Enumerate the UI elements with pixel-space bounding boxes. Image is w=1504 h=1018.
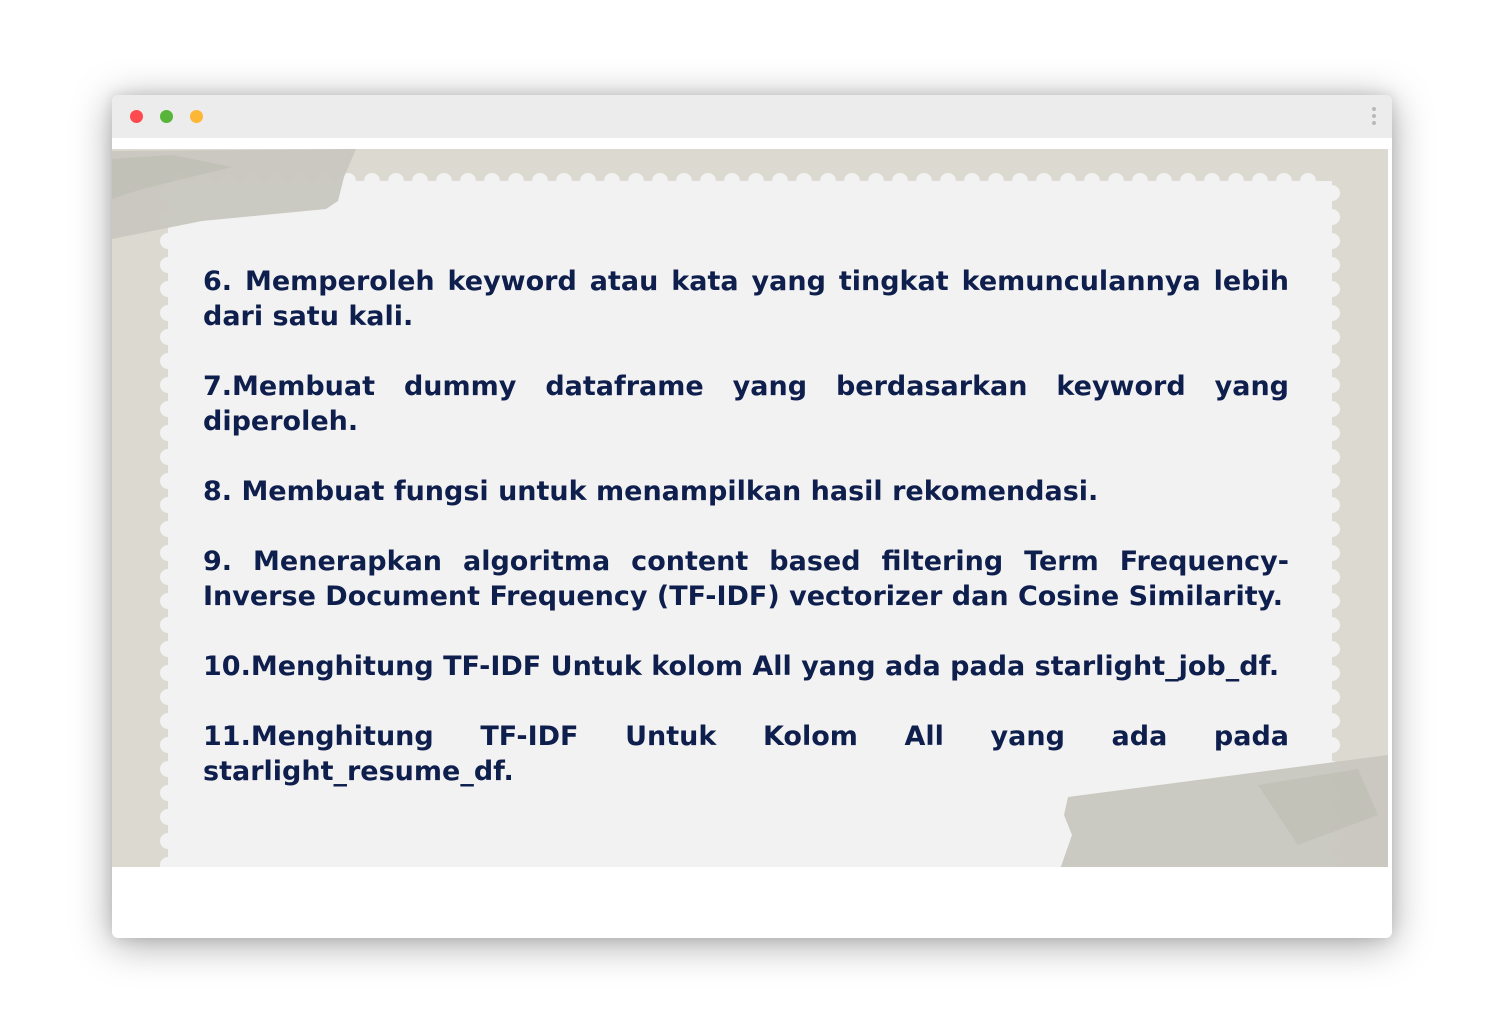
step-item-8: 8. Membuat fungsi untuk menampilkan hasi…: [203, 476, 1099, 507]
step-item-7: 7.Membuat dummy dataframe yang berdasark…: [203, 371, 1289, 437]
step-item-11: 11.Menghitung TF-IDF Untuk Kolom All yan…: [203, 721, 1289, 787]
window-titlebar: [112, 95, 1392, 138]
tape-top-left-decoration: [112, 149, 356, 239]
close-window-button[interactable]: [130, 110, 143, 123]
kebab-menu-icon[interactable]: [1368, 105, 1380, 129]
slide-canvas: 6. Memperoleh keyword atau kata yang tin…: [112, 149, 1388, 867]
step-item-6: 6. Memperoleh keyword atau kata yang tin…: [203, 266, 1289, 332]
step-list: 6. Memperoleh keyword atau kata yang tin…: [203, 264, 1289, 824]
step-item-9: 9. Menerapkan algoritma content based fi…: [203, 546, 1289, 612]
step-item-10: 10.Menghitung TF-IDF Untuk kolom All yan…: [203, 651, 1280, 682]
browser-window: 6. Memperoleh keyword atau kata yang tin…: [112, 95, 1392, 938]
maximize-window-button[interactable]: [190, 110, 203, 123]
minimize-window-button[interactable]: [160, 110, 173, 123]
